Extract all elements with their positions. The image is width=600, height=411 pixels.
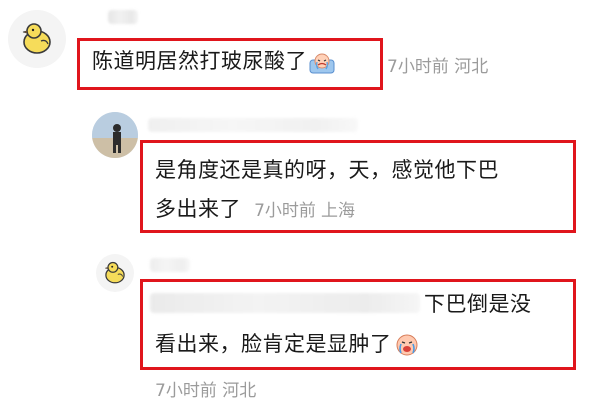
username-blurred <box>148 118 358 132</box>
avatar[interactable] <box>8 10 66 68</box>
username-blurred <box>150 258 190 272</box>
comment-meta: 7小时前 河北 <box>155 376 256 401</box>
username-blurred <box>108 10 138 24</box>
comment-location: 河北 <box>222 381 257 401</box>
comment-line-1-tail: 下巴倒是没 <box>424 287 532 321</box>
comment-body: 多出来了 <box>155 197 241 221</box>
comment-location: 上海 <box>321 201 356 221</box>
comment-time: 7小时前 <box>254 201 316 221</box>
yellow-chick-icon <box>105 261 125 284</box>
avatar[interactable] <box>96 254 134 292</box>
comment-time: 7小时前 <box>155 381 217 401</box>
comment-line-1: 是角度还是真的呀，天，感觉他下巴 <box>155 158 499 182</box>
comment-location: 河北 <box>454 57 489 77</box>
crying-face-icon <box>394 333 420 367</box>
comment-meta: 7小时前 河北 <box>387 52 488 77</box>
comment-text: 陈道明居然打玻尿酸了 <box>92 44 335 84</box>
comment-line-2: 看出来，脸肯定是显肿了 <box>155 327 420 367</box>
yellow-chick-icon <box>22 23 51 54</box>
comment-time: 7小时前 <box>387 57 449 77</box>
mentioned-user-blurred <box>150 293 420 313</box>
beach-person-photo <box>92 112 138 158</box>
comment-body: 下巴倒是没 <box>424 292 532 316</box>
avatar[interactable] <box>92 112 138 158</box>
comment-body: 陈道明居然打玻尿酸了 <box>92 49 307 73</box>
comment-line-2: 多出来了 7小时前 上海 <box>155 192 355 226</box>
crying-face-icon <box>309 50 335 84</box>
comment-body: 看出来，脸肯定是显肿了 <box>155 332 392 356</box>
